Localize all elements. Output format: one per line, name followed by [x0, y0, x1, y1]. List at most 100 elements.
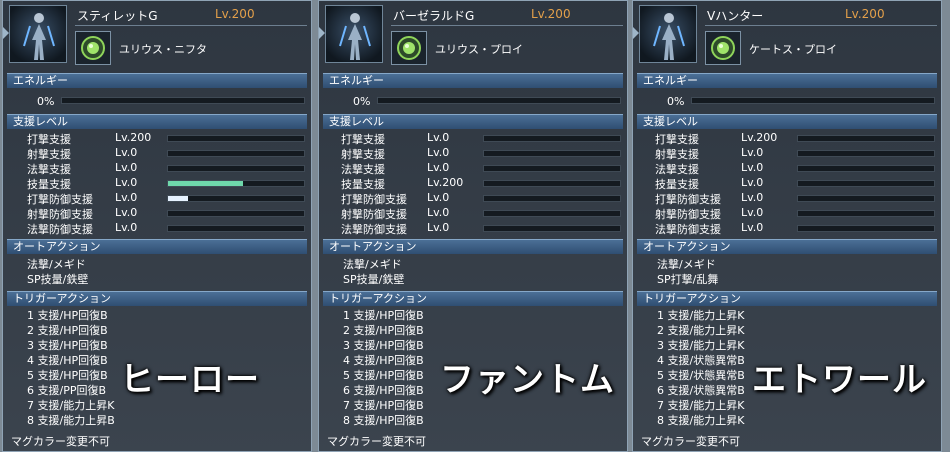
support-stat-label: 打撃支援	[655, 133, 699, 146]
section-support-header: 支援レベル	[323, 114, 623, 129]
green-orb-icon	[397, 36, 421, 60]
mag-icon[interactable]	[391, 31, 427, 65]
support-stat-level: Lv.0	[741, 206, 764, 219]
section-support-header: 支援レベル	[637, 114, 937, 129]
section-auto-action-header: オートアクション	[7, 239, 307, 254]
trigger-action-item: 4 支援/HP回復B	[27, 354, 108, 367]
support-stat-label: 射撃防御支援	[341, 208, 407, 221]
header-divider	[705, 25, 937, 26]
mag-color-note: マグカラー変更不可	[327, 435, 426, 448]
weapon-level: Lv.200	[215, 7, 255, 21]
mag-name: ケートス・プロイ	[749, 43, 837, 56]
support-stat-label: 打撃防御支援	[27, 193, 93, 206]
support-stat-bar	[483, 210, 621, 217]
mag-icon[interactable]	[705, 31, 741, 65]
support-stat-label: 射撃支援	[341, 148, 385, 161]
energy-percent: 0%	[37, 95, 55, 108]
trigger-action-item: 6 支援/状態異常B	[657, 384, 745, 397]
support-stat-level: Lv.0	[115, 161, 138, 174]
support-stat-level: Lv.200	[427, 176, 464, 189]
support-stat-label: 射撃支援	[655, 148, 699, 161]
support-stat-bar	[483, 180, 621, 187]
support-stat-label: 法撃支援	[341, 163, 385, 176]
section-auto-action-header: オートアクション	[637, 239, 937, 254]
trigger-action-item: 5 支援/HP回復B	[27, 369, 108, 382]
support-stat-bar-fill	[168, 196, 189, 201]
support-stat-level: Lv.200	[741, 131, 778, 144]
trigger-action-item: 8 支援/能力上昇B	[27, 414, 115, 427]
support-stat-level: Lv.0	[427, 146, 450, 159]
class-label-overlay: ヒーロー	[120, 360, 260, 400]
panel-header: スティレットG Lv.200 ユリウス・ニフタ	[3, 1, 311, 71]
mag-name: ユリウス・プロイ	[435, 43, 523, 56]
support-stat-label: 法撃防御支援	[341, 223, 407, 236]
trigger-action-item: 2 支援/能力上昇K	[657, 324, 745, 337]
support-stat-bar	[167, 225, 305, 232]
trigger-action-item: 7 支援/能力上昇K	[657, 399, 745, 412]
auto-action-item: 法撃/メギド	[27, 258, 86, 271]
support-stat-level: Lv.0	[427, 206, 450, 219]
support-stat-bar	[483, 225, 621, 232]
support-stat-label: 法撃防御支援	[27, 223, 93, 236]
trigger-action-item: 4 支援/HP回復B	[343, 354, 424, 367]
auto-action-item: SP技量/鉄壁	[27, 273, 89, 286]
support-stat-level: Lv.0	[741, 161, 764, 174]
green-orb-icon	[711, 36, 735, 60]
trigger-action-item: 6 支援/PP回復B	[27, 384, 107, 397]
support-stat-label: 射撃防御支援	[655, 208, 721, 221]
support-stat-label: 技量支援	[341, 178, 385, 191]
support-stat-bar	[167, 180, 305, 187]
support-stat-level: Lv.0	[427, 131, 450, 144]
support-stat-label: 打撃支援	[27, 133, 71, 146]
header-divider	[75, 25, 307, 26]
weapon-portrait	[9, 5, 67, 63]
trigger-action-item: 7 支援/HP回復B	[343, 399, 424, 412]
energy-percent: 0%	[353, 95, 371, 108]
trigger-action-item: 8 支援/能力上昇K	[657, 414, 745, 427]
support-stat-level: Lv.0	[741, 146, 764, 159]
support-stat-bar	[797, 135, 935, 142]
mag-color-note: マグカラー変更不可	[641, 435, 740, 448]
panel-header: バーゼラルドG Lv.200 ユリウス・プロイ	[319, 1, 627, 71]
support-stat-level: Lv.200	[115, 131, 152, 144]
support-stat-bar	[797, 210, 935, 217]
support-stat-label: 射撃支援	[27, 148, 71, 161]
trigger-action-item: 3 支援/能力上昇K	[657, 339, 745, 352]
support-stat-bar	[167, 165, 305, 172]
support-stat-label: 法撃支援	[27, 163, 71, 176]
trigger-action-item: 6 支援/HP回復B	[343, 384, 424, 397]
character-figure-icon	[23, 13, 55, 60]
support-stat-label: 射撃防御支援	[27, 208, 93, 221]
mag-color-note: マグカラー変更不可	[11, 435, 110, 448]
energy-bar	[61, 97, 305, 104]
section-trigger-action-header: トリガーアクション	[7, 291, 307, 306]
support-stat-label: 打撃支援	[341, 133, 385, 146]
support-stat-level: Lv.0	[427, 221, 450, 234]
support-stat-level: Lv.0	[115, 191, 138, 204]
support-stat-level: Lv.0	[115, 146, 138, 159]
auto-action-item: SP技量/鉄壁	[343, 273, 405, 286]
auto-action-item: SP打撃/乱舞	[657, 273, 719, 286]
trigger-action-item: 1 支援/能力上昇K	[657, 309, 745, 322]
trigger-action-item: 5 支援/HP回復B	[343, 369, 424, 382]
support-stat-bar	[797, 150, 935, 157]
auto-action-item: 法撃/メギド	[657, 258, 716, 271]
support-stat-level: Lv.0	[115, 176, 138, 189]
trigger-action-item: 2 支援/HP回復B	[343, 324, 424, 337]
section-support-header: 支援レベル	[7, 114, 307, 129]
trigger-action-item: 5 支援/状態異常B	[657, 369, 745, 382]
section-energy-header: エネルギー	[637, 73, 937, 88]
mag-icon[interactable]	[75, 31, 111, 65]
section-auto-action-header: オートアクション	[323, 239, 623, 254]
support-stat-label: 打撃防御支援	[655, 193, 721, 206]
section-energy-header: エネルギー	[7, 73, 307, 88]
support-stat-level: Lv.0	[741, 191, 764, 204]
trigger-action-item: 3 支援/HP回復B	[27, 339, 108, 352]
weapon-name: スティレットG	[77, 9, 158, 23]
support-stat-label: 打撃防御支援	[341, 193, 407, 206]
support-stat-label: 法撃防御支援	[655, 223, 721, 236]
class-label-overlay: エトワール	[752, 360, 927, 400]
support-stat-bar	[797, 165, 935, 172]
section-trigger-action-header: トリガーアクション	[637, 291, 937, 306]
trigger-action-item: 2 支援/HP回復B	[27, 324, 108, 337]
